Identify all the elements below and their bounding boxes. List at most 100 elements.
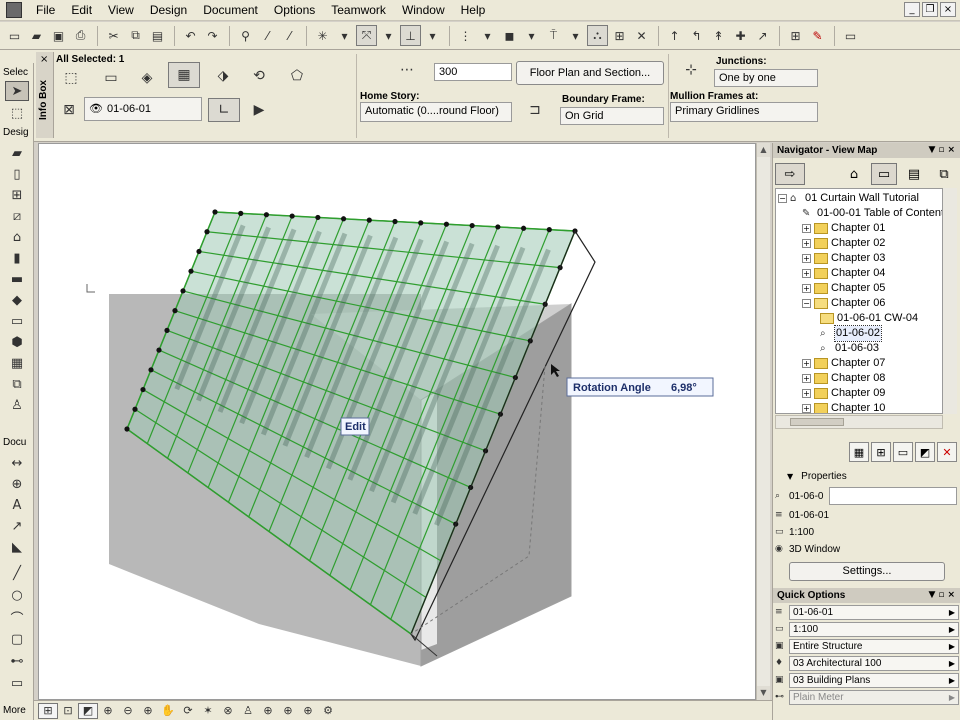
roof-tool-icon[interactable]: ⌂ [5,227,29,247]
tree-item[interactable]: + Chapter 01 [802,221,885,236]
elevate-icon[interactable]: ↑ [664,25,685,46]
navigate-icon[interactable]: ⊗ [218,703,238,719]
circle-tool-icon[interactable]: ○ [5,585,29,605]
expand-icon[interactable]: + [802,404,811,413]
offset-icon[interactable]: ↟ [708,25,729,46]
fill-tool-icon[interactable]: ◣ [5,537,29,557]
pointer-icon[interactable]: ▶ [246,98,272,122]
publisher-icon[interactable]: ⧉ [931,163,957,185]
arrow-tool-icon[interactable]: ➤ [5,81,29,101]
layer-icon[interactable]: ◼ [499,25,520,46]
selection-hotspot[interactable] [443,221,450,227]
menu-document[interactable]: Document [195,0,266,21]
zoom-in-icon[interactable]: ⊕ [98,703,118,719]
dropdown-icon[interactable]: ▾ [378,25,399,46]
selection-hotspot[interactable] [124,426,130,432]
stair-tool-icon[interactable]: ⧄ [5,206,29,226]
tree-item[interactable]: + Chapter 04 [802,266,885,281]
hotspot-tool-icon[interactable]: ⊷ [5,651,29,671]
properties-header[interactable]: ▼ Properties [787,471,847,482]
view-map-icon[interactable]: ▭ [871,163,897,185]
plane-icon[interactable]: ⬠ [284,64,310,88]
beam-tool-icon[interactable]: ▭ [5,311,29,331]
tree-item[interactable]: + Chapter 03 [802,251,885,266]
info-box-tab[interactable]: × Info Box [36,52,54,138]
fit-icon[interactable]: ⊡ [58,703,78,719]
collapse-icon[interactable]: − [778,194,787,203]
junctions-select[interactable]: One by one [714,69,818,87]
redo-icon[interactable]: ↷ [202,25,223,46]
prop-name-input[interactable] [829,487,957,505]
print-icon[interactable]: ⎙ [70,25,91,46]
zoom-previous-icon[interactable]: ⊕ [258,703,278,719]
grid-snap-icon[interactable]: ⋮ [455,25,476,46]
selection-hotspot[interactable] [289,213,295,219]
tree-item[interactable]: + Chapter 05 [802,281,885,296]
selection-hotspot[interactable] [469,222,475,229]
reference-icon[interactable]: ⊞ [609,25,630,46]
clone-folder-icon[interactable]: ⊞ [871,442,891,462]
tree-item[interactable]: − Chapter 06 [802,296,885,311]
settings-icon[interactable]: ⚙ [318,703,338,719]
selection-hotspot[interactable] [392,218,398,225]
zoom-next-icon[interactable]: ⊕ [278,703,298,719]
paste-icon[interactable]: ▤ [147,25,168,46]
gravity-icon[interactable]: ⊥ [400,25,421,46]
view-id-field[interactable]: 👁 01-06-01 [84,97,202,121]
scroll-down-icon[interactable]: ▼ [757,686,770,700]
save-view-icon[interactable]: ▭ [893,442,913,462]
collapse-icon[interactable]: − [802,299,811,308]
home-story-select[interactable]: Automatic (0....round Floor) [360,102,512,122]
quick-option-model-view[interactable]: ▣ 03 Building Plans ▶ [775,672,959,688]
cut-icon[interactable]: ✂ [103,25,124,46]
morph-tool-icon[interactable]: ⬢ [5,332,29,352]
zone-tool-icon[interactable]: ⧉ [5,374,29,394]
selection-hotspot[interactable] [340,216,347,222]
copy-icon[interactable]: ⧉ [125,25,146,46]
adjust-icon[interactable]: ↗ [752,25,773,46]
tree-item[interactable]: + Chapter 10 [802,401,885,413]
menu-help[interactable]: Help [453,0,494,21]
minimize-icon[interactable]: _ [904,2,920,17]
project-map-icon[interactable]: ⌂ [841,163,867,185]
offset-input[interactable]: 300 [434,63,512,81]
selection-hotspot[interactable] [366,217,372,223]
palette-controls[interactable]: ▼▫× [928,588,958,603]
tree-horizontal-scrollbar[interactable] [775,415,943,429]
new-folder-icon[interactable]: ▦ [849,442,869,462]
selection-hotspot[interactable] [204,229,210,235]
wall-tool-icon[interactable]: ▰ [5,143,29,163]
inject-icon[interactable]: ⁄ [279,25,300,46]
open-file-icon[interactable]: ▰ [26,25,47,46]
selection-rect-icon[interactable]: ▭ [98,66,124,90]
scrollbar-thumb[interactable] [790,418,844,426]
menu-file[interactable]: File [28,0,63,21]
selection-hotspot[interactable] [180,288,186,294]
pan-icon[interactable]: ✋ [158,703,178,719]
undo-icon[interactable]: ↶ [180,25,201,46]
expand-icon[interactable]: + [802,284,811,293]
angle-icon[interactable]: ∟ [208,98,240,122]
save-icon[interactable]: ▣ [48,25,69,46]
walk-icon[interactable]: ♙ [238,703,258,719]
zoom-out-icon[interactable]: ⊖ [118,703,138,719]
marquee-tool-icon[interactable]: ⬚ [5,103,29,123]
selection-hotspot[interactable] [140,386,146,393]
quick-option-dimension[interactable]: ⊷ Plain Meter ▶ [775,689,959,705]
selection-method-icon[interactable]: ⬚ [58,66,84,90]
line-tool-icon[interactable]: ╱ [5,563,29,583]
expand-icon[interactable]: + [802,254,811,263]
selection-hotspot[interactable] [263,212,270,218]
selection-hotspot[interactable] [315,214,321,221]
3d-model-canvas[interactable]: Edit Rotation Angle 6,98° [39,144,756,700]
tree-item[interactable]: + Chapter 09 [802,386,885,401]
3d-style-icon[interactable]: ◩ [78,702,98,719]
selection-hotspot[interactable] [546,227,552,233]
tree-item[interactable]: 01-06-01 CW-04 [820,311,918,326]
quick-option-scale[interactable]: ▭ 1:100 ▶ [775,621,959,637]
scroll-up-icon[interactable]: ▲ [757,143,770,157]
quick-option-layer-combination[interactable]: ≡ 01-06-01 ▶ [775,604,959,620]
label-tool-icon[interactable]: ↗ [5,516,29,536]
archicad-app-icon[interactable] [6,2,22,18]
navigator-mode-icon[interactable]: ⇨ [775,163,805,185]
